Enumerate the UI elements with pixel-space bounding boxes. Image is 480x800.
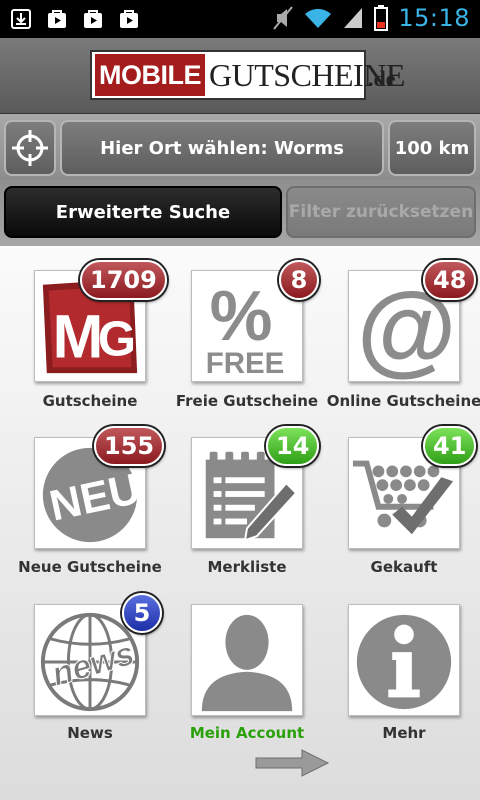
- svg-text:FREE: FREE: [206, 347, 285, 380]
- reset-filter-button[interactable]: Filter zurücksetzen: [286, 186, 476, 238]
- tile-label: Gekauft: [370, 558, 438, 576]
- tile-label: Neue Gutscheine: [18, 558, 162, 576]
- tile-label: Merkliste: [207, 558, 287, 576]
- count-badge: 155: [94, 426, 165, 466]
- tile-label: Mein Account: [189, 724, 305, 742]
- crosshair-icon: [12, 130, 48, 166]
- tile-label: Gutscheine: [42, 392, 138, 410]
- count-badge: 8: [279, 260, 319, 300]
- play-store-icon: [48, 10, 66, 28]
- logo-word-mobile: MOBILE: [95, 54, 205, 96]
- count-badge: 5: [122, 593, 162, 633]
- advanced-search-label: Erweiterte Suche: [55, 201, 231, 223]
- location-bar: Hier Ort wählen: Worms 100 km: [0, 114, 480, 180]
- svg-text:G: G: [98, 312, 136, 366]
- search-bar: Erweiterte Suche Filter zurücksetzen: [0, 180, 480, 246]
- advanced-search-button[interactable]: Erweiterte Suche: [4, 186, 282, 238]
- radius-label: 100 km: [394, 137, 470, 159]
- logo-tld: .de: [368, 66, 396, 91]
- mute-icon: [273, 6, 294, 30]
- play-store-icon: [84, 10, 102, 28]
- user-silhouette-icon: [201, 614, 293, 712]
- count-badge: 48: [423, 260, 477, 300]
- shopping-bag-icon: [120, 10, 138, 28]
- radius-select-button[interactable]: 100 km: [388, 120, 476, 176]
- battery-icon: [374, 5, 389, 31]
- count-badge: 14: [266, 426, 320, 466]
- app-logo: MOBILE GUTSCHEINE: [90, 50, 405, 100]
- count-badge: 1709: [80, 260, 167, 300]
- status-bar: 15:18: [0, 0, 480, 38]
- header: MOBILE GUTSCHEINE .de: [0, 38, 480, 114]
- tile-mehr[interactable]: [348, 604, 460, 716]
- tile-label: Freie Gutscheine: [175, 392, 319, 410]
- svg-text:M: M: [53, 302, 104, 370]
- download-icon: [11, 9, 31, 29]
- locate-button[interactable]: [4, 120, 56, 176]
- signal-icon: [344, 8, 363, 28]
- tile-label: Online Gutscheine: [326, 392, 480, 410]
- tile-mein-account[interactable]: [191, 604, 303, 716]
- svg-text:%: %: [210, 276, 273, 355]
- wifi-icon: [305, 8, 332, 28]
- reset-filter-label: Filter zurücksetzen: [288, 202, 474, 222]
- count-badge: 41: [423, 426, 477, 466]
- tile-label: News: [67, 724, 113, 742]
- city-select-button[interactable]: Hier Ort wählen: Worms: [60, 120, 384, 176]
- arrow-right-icon[interactable]: [254, 748, 330, 778]
- clock: 15:18: [398, 4, 470, 32]
- tile-label: Mehr: [382, 724, 426, 742]
- info-icon: [356, 614, 452, 710]
- city-label: Hier Ort wählen: Worms: [100, 137, 344, 159]
